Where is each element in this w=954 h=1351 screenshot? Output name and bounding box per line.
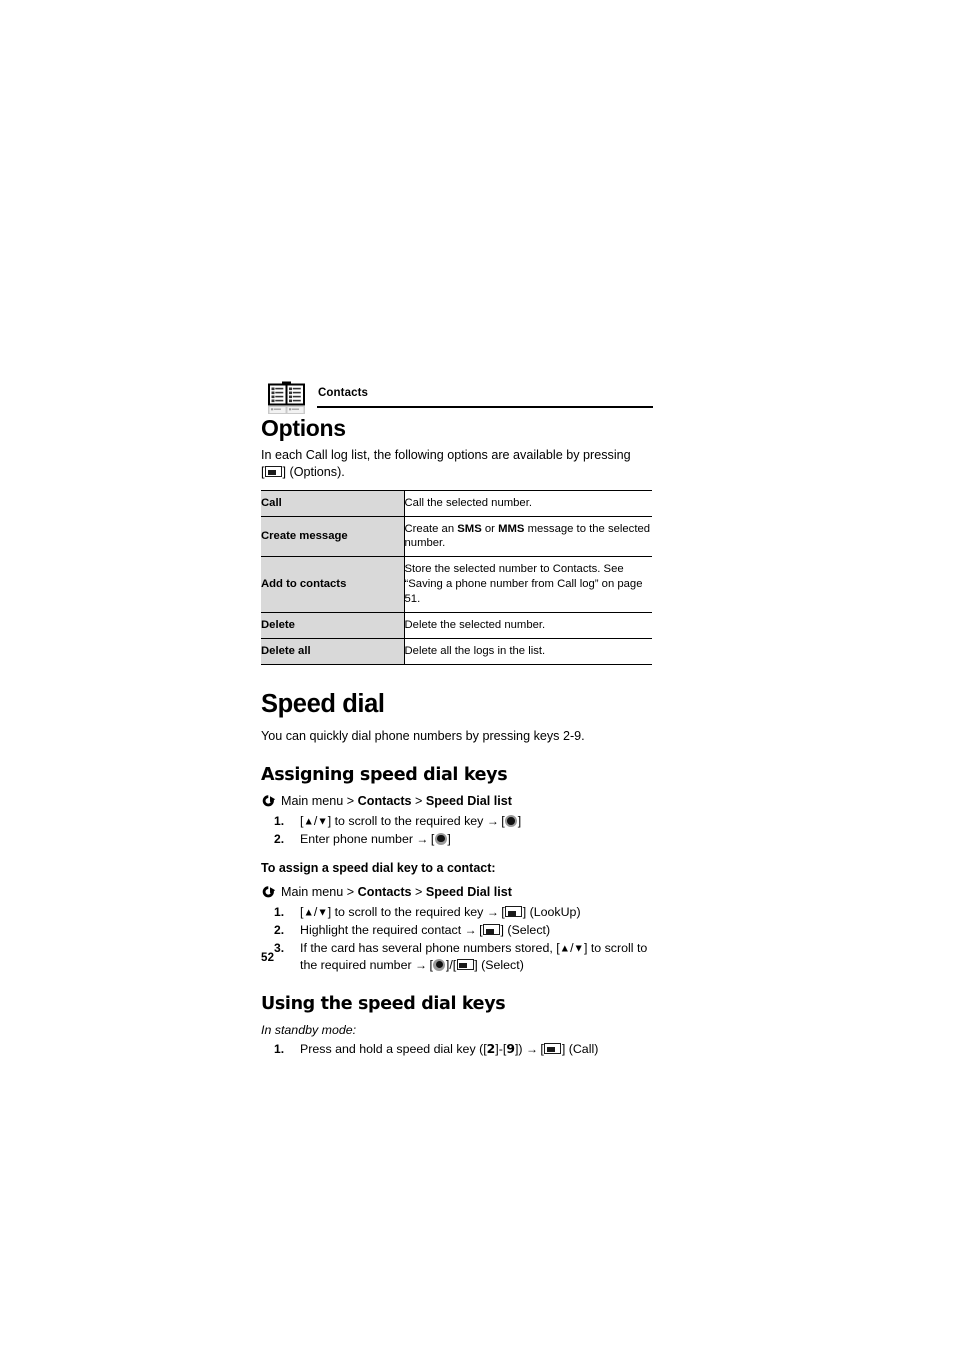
- path-item-speed-dial-list: Speed Dial list: [425, 885, 512, 900]
- tail-close: ]: [517, 813, 522, 828]
- step-label: ] (Call): [561, 1041, 599, 1056]
- subsection-heading-using: Using the speed dial keys: [261, 994, 506, 1015]
- step-text-b: ]-[: [495, 1041, 507, 1056]
- table-row: Delete Delete the selected number.: [261, 612, 652, 639]
- running-header-title: Contacts: [318, 387, 369, 399]
- section-heading-speed-dial: Speed dial: [261, 689, 385, 718]
- step-text: Enter phone number: [300, 831, 417, 846]
- option-description: Call the selected number.: [404, 489, 652, 517]
- option-description: Create an SMS or MMS message to the sele…: [404, 516, 652, 558]
- option-description: Store the selected number to Contacts. S…: [404, 556, 652, 614]
- page-number: 52: [261, 952, 275, 964]
- subheading-assign-to-contact: To assign a speed dial key to a contact:: [261, 861, 496, 876]
- subsection-heading-assigning: Assigning speed dial keys: [261, 765, 508, 786]
- header-rule: [317, 406, 653, 408]
- arrow-right-icon: →: [486, 813, 499, 828]
- options-intro-tail: ] (Options).: [282, 464, 345, 479]
- path-item-contacts: Contacts: [357, 793, 412, 808]
- menu-path-assign-to-contact: Main menu > Contacts > Speed Dial list: [261, 884, 653, 900]
- path-separator: >: [411, 793, 426, 808]
- navigation-key-icon: [433, 958, 446, 971]
- arrow-right-icon: →: [415, 957, 427, 972]
- options-table: Call Call the selected number. Create me…: [261, 489, 652, 665]
- arrow-down-icon: ▼: [317, 815, 328, 828]
- arrow-right-icon: →: [525, 1041, 538, 1056]
- desc-bold-sms: SMS: [457, 522, 482, 535]
- step-text-c: ]): [514, 1041, 526, 1056]
- list-item: Highlight the required contact → [] (Sel…: [274, 922, 551, 938]
- desc-part-1: Create an: [404, 522, 458, 535]
- arrow-right-icon: →: [464, 923, 477, 938]
- arrow-right-icon: →: [416, 831, 428, 846]
- path-item-contacts: Contacts: [357, 885, 412, 900]
- step-label: ] (LookUp): [522, 905, 581, 920]
- turn-arrow-icon: [261, 794, 276, 809]
- option-name: Call: [261, 489, 405, 517]
- steps-using: Press and hold a speed dial key ([2]-[9]…: [261, 1041, 653, 1058]
- path-prefix: Main menu >: [281, 793, 358, 808]
- list-item: If the card has several phone numbers st…: [274, 940, 648, 972]
- desc-part-2: or: [481, 522, 499, 535]
- step-text: to scroll to the required key: [331, 813, 487, 828]
- step-label: ] (Select): [474, 957, 524, 972]
- option-description: Delete all the logs in the list.: [404, 638, 652, 665]
- arrow-up-icon: ▲: [303, 815, 314, 828]
- address-book-icon: [267, 381, 306, 415]
- standby-mode-note: In standby mode:: [261, 1022, 357, 1037]
- option-name: Add to contacts: [261, 556, 405, 614]
- option-name: Create message: [261, 516, 405, 558]
- step-label: ] (Select): [500, 923, 551, 938]
- speed-dial-intro: You can quickly dial phone numbers by pr…: [261, 728, 585, 743]
- step-text-a: If the card has several phone numbers st…: [300, 940, 557, 955]
- option-name: Delete: [261, 612, 405, 639]
- turn-arrow-icon: [261, 885, 276, 900]
- list-item: [▲/▼] to scroll to the required key → []…: [274, 904, 581, 920]
- softkey-icon: [505, 906, 523, 918]
- path-item-speed-dial-list: Speed Dial list: [425, 793, 512, 808]
- steps-assigning: [▲/▼] to scroll to the required key → []…: [261, 813, 653, 847]
- navigation-key-icon: [505, 814, 518, 827]
- list-item: [▲/▼] to scroll to the required key → []: [261, 813, 653, 830]
- desc-bold-mms: MMS: [498, 522, 525, 535]
- table-row: Call Call the selected number.: [261, 489, 652, 517]
- table-row: Create message Create an SMS or MMS mess…: [261, 516, 652, 558]
- option-name: Delete all: [261, 638, 405, 665]
- key-number-low: 2: [486, 1040, 496, 1056]
- running-header: Contacts: [261, 378, 653, 414]
- bracket-open: [: [261, 464, 265, 479]
- key-number-high: 9: [506, 1040, 515, 1056]
- arrow-right-icon: →: [486, 905, 499, 920]
- steps-assign-to-contact: [▲/▼] to scroll to the required key → []…: [261, 904, 653, 973]
- softkey-icon: [483, 924, 501, 936]
- softkey-icon: [456, 958, 474, 970]
- options-intro-text: In each Call log list, the following opt…: [261, 448, 631, 463]
- manual-page: Contacts Options In each Call log list, …: [0, 0, 954, 1351]
- arrow-up-icon: ▲: [303, 906, 314, 919]
- step-text: Highlight the required contact: [300, 923, 465, 938]
- tail-open: [: [427, 831, 435, 846]
- path-prefix: Main menu >: [281, 885, 358, 900]
- step-text-a: Press and hold a speed dial key ([: [300, 1041, 487, 1056]
- option-description: Delete the selected number.: [404, 612, 652, 639]
- list-item: Enter phone number → []: [261, 831, 653, 848]
- menu-path-assigning: Main menu > Contacts > Speed Dial list: [261, 793, 653, 809]
- softkey-icon: [265, 465, 282, 477]
- tail-open: [: [497, 813, 505, 828]
- arrow-down-icon: ▼: [317, 906, 328, 919]
- navigation-key-icon: [434, 832, 447, 845]
- arrow-down-icon: ▼: [573, 942, 584, 955]
- options-intro: In each Call log list, the following opt…: [261, 447, 653, 480]
- tail-close: ]: [447, 831, 451, 846]
- page-content: Contacts Options In each Call log list, …: [261, 378, 653, 1058]
- list-item: Press and hold a speed dial key ([2]-[9]…: [274, 1040, 599, 1057]
- softkey-icon: [544, 1042, 562, 1054]
- arrow-up-icon: ▲: [559, 942, 571, 955]
- table-row: Add to contacts Store the selected numbe…: [261, 556, 652, 614]
- step-text: to scroll to the required key: [331, 905, 487, 920]
- path-separator: >: [411, 885, 426, 900]
- section-heading-options: Options: [261, 415, 346, 441]
- table-row: Delete all Delete all the logs in the li…: [261, 638, 652, 665]
